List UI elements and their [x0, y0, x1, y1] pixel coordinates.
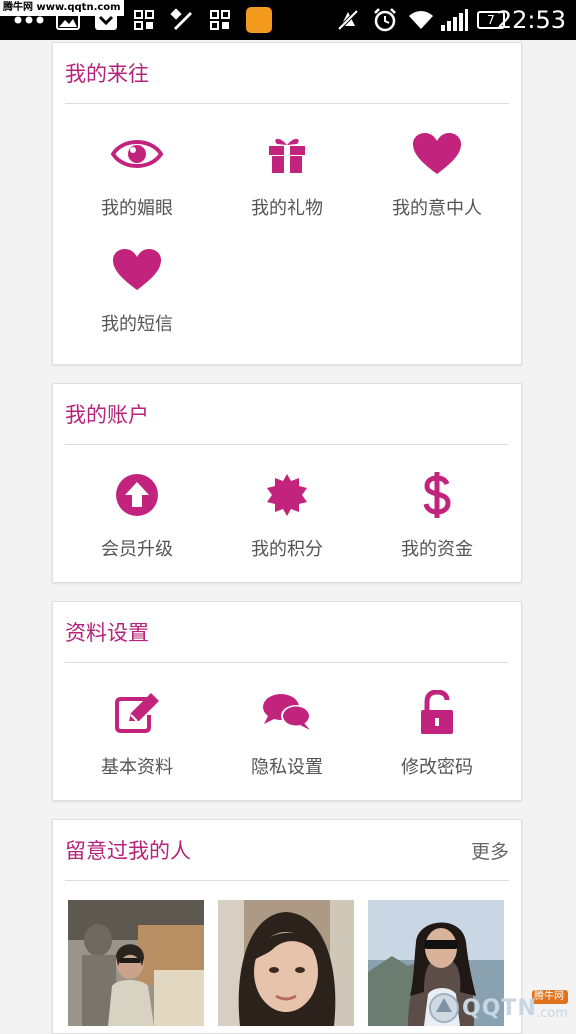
unlock-icon: [359, 683, 515, 743]
grid-apps-icon-2: [210, 8, 230, 32]
privacy-settings-item[interactable]: 隐私设置: [209, 683, 365, 779]
item-label: 我的短信: [101, 314, 173, 335]
my-points-item[interactable]: 我的积分: [209, 465, 365, 561]
edit-icon: [59, 683, 215, 743]
signal-icon: [440, 8, 468, 32]
dollar-icon: [359, 465, 515, 525]
section-header: 我的账户: [65, 384, 509, 445]
grid-apps-icon: [134, 8, 154, 32]
item-label: 我的媚眼: [101, 198, 173, 219]
item-label: 修改密码: [401, 757, 473, 778]
eye-icon: [59, 124, 215, 184]
clock: 22:53: [496, 6, 566, 34]
my-messages-item[interactable]: 我的短信: [59, 240, 215, 336]
status-bar: 7 22:53 腾牛网 www.qqtn.com: [0, 0, 576, 40]
alarm-icon: [372, 8, 398, 32]
section-profile-settings: 资料设置 基本资料 隐私设置 修改密码: [52, 601, 522, 801]
section-title: 资料设置: [65, 621, 149, 645]
heart-icon: [59, 240, 215, 300]
more-link[interactable]: 更多: [471, 837, 509, 864]
brand-text: QQTN: [462, 996, 537, 1021]
item-label: 基本资料: [101, 757, 173, 778]
visitor-photo[interactable]: [68, 900, 204, 1026]
heart-icon: [359, 124, 515, 184]
section-title: 我的来往: [65, 62, 149, 86]
section-header: 资料设置: [65, 602, 509, 663]
section-title: 留意过我的人: [65, 839, 191, 863]
battery-level: 7: [487, 13, 495, 27]
vip-upgrade-item[interactable]: 会员升级: [59, 465, 215, 561]
section-header: 我的来往: [65, 43, 509, 104]
section-account: 我的账户 会员升级 我的积分 我的资金: [52, 383, 522, 583]
brand-tag: 腾牛网: [534, 991, 564, 1002]
section-title: 我的账户: [65, 403, 149, 427]
item-label: 我的礼物: [251, 198, 323, 219]
item-label: 我的资金: [401, 539, 473, 560]
section-interactions: 我的来往 我的媚眼 我的礼物 我的意中人 我的短信: [52, 42, 522, 365]
item-label: 我的积分: [251, 539, 323, 560]
mute-icon: [336, 8, 360, 32]
arrow-up-circle-icon: [59, 465, 215, 525]
my-winks-item[interactable]: 我的媚眼: [59, 124, 215, 220]
game-app-icon: [246, 7, 272, 33]
basic-info-item[interactable]: 基本资料: [59, 683, 215, 779]
watermark-text: 腾牛网 www.qqtn.com: [0, 0, 124, 16]
item-label: 会员升级: [101, 539, 173, 560]
item-label: 隐私设置: [251, 757, 323, 778]
my-funds-item[interactable]: 我的资金: [359, 465, 515, 561]
chat-bubbles-icon: [209, 683, 365, 743]
visitor-photo[interactable]: [218, 900, 354, 1026]
badge-star-icon: [209, 465, 365, 525]
change-password-item[interactable]: 修改密码: [359, 683, 515, 779]
item-label: 我的意中人: [392, 198, 482, 219]
section-header: 留意过我的人 更多: [65, 820, 509, 881]
wifi-icon: [406, 8, 436, 32]
my-gifts-item[interactable]: 我的礼物: [209, 124, 365, 220]
tool-icon: [170, 8, 194, 32]
brand-suffix: .com: [536, 1006, 568, 1021]
brand-watermark: QQTN 腾牛网 .com: [426, 986, 576, 1024]
gift-icon: [209, 124, 365, 184]
my-crush-item[interactable]: 我的意中人: [359, 124, 515, 220]
